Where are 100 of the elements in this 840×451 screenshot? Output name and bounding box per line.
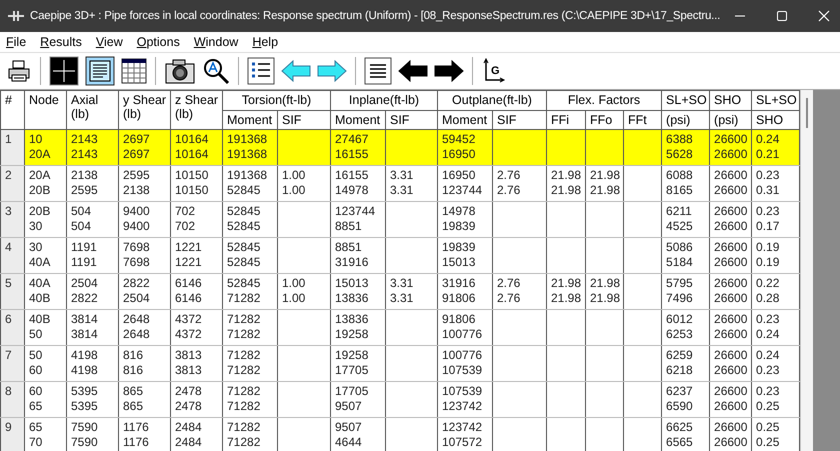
table-row[interactable]: 9 65 70 7590 7590 1176 1176 2484 2484 71282 71282 9507 4644 123742 107572 6625 6565 26600 26600 0.25 0.25 <box>0 418 800 451</box>
column-group-header: Outplane(ft-lb) <box>438 90 546 110</box>
vertical-scrollbar[interactable] <box>800 90 814 451</box>
table-cell: 2478 2478 <box>170 382 222 418</box>
table-row[interactable]: 7 50 60 4198 4198 816 816 3813 3813 71282 71282 19258 17705 100776 107539 6259 6218 26600 26600 0.24 0.23 <box>0 346 800 382</box>
table-cell: 702 702 <box>170 202 222 238</box>
list-icon[interactable] <box>247 57 275 85</box>
table-cell: 816 816 <box>118 346 170 382</box>
table-cell: 21.98 21.98 <box>546 274 586 310</box>
column-group-header: Flex. Factors <box>546 90 662 110</box>
column-header: FFo <box>586 110 624 130</box>
camera-icon[interactable] <box>164 57 196 85</box>
table-cell: 1.00 1.00 <box>278 274 330 310</box>
table-row[interactable]: 2 20A 20B 2138 2595 2595 2138 10150 10150 191368 52845 1.00 1.00 16155 14978 3.31 3.31 16950 123744 2.76 2.76 21.98 21.98 21.98 21.98 6088 8165 26600 26600 0.23 0.31 <box>0 166 800 202</box>
table-cell: 91806 100776 <box>438 310 492 346</box>
table-row[interactable]: 3 20B 30 504 504 9400 9400 702 702 52845 52845 123744 8851 14978 19839 6211 4525 26600 26600 0.23 0.17 <box>0 202 800 238</box>
close-icon[interactable] <box>818 10 830 22</box>
row-number: 5 <box>0 274 24 310</box>
table-cell: 71282 71282 <box>222 382 278 418</box>
table-cell: 191368 52845 <box>222 166 278 202</box>
row-number: 7 <box>0 346 24 382</box>
table-cell: 26600 26600 <box>710 310 752 346</box>
row-number: 6 <box>0 310 24 346</box>
maximize-icon[interactable] <box>776 10 788 22</box>
table-cell: 2.76 2.76 <box>492 274 546 310</box>
table-cell: 52845 71282 <box>222 274 278 310</box>
table-icon[interactable] <box>121 58 147 84</box>
table-cell: 2648 2648 <box>118 310 170 346</box>
table-cell: 26600 26600 <box>710 166 752 202</box>
table-cell: 60 65 <box>24 382 66 418</box>
table-cell: 3.31 3.31 <box>386 274 438 310</box>
table-cell: 2697 2697 <box>118 130 170 166</box>
table-row[interactable]: 1 10 20A 2143 2143 2697 2697 10164 10164 191368 191368 27467 16155 59452 16950 6388 5628 26600 26600 0.24 0.21 <box>0 130 800 166</box>
table-cell: 3.31 3.31 <box>386 166 438 202</box>
table-cell: 2504 2822 <box>66 274 118 310</box>
document-icon[interactable] <box>85 56 115 86</box>
row-number: 9 <box>0 418 24 451</box>
printer-icon[interactable] <box>6 58 32 84</box>
table-row[interactable]: 6 40B 50 3814 3814 2648 2648 4372 4372 71282 71282 13836 19258 91806 100776 6012 6253 26600 26600 0.23 0.24 <box>0 310 800 346</box>
table-cell: 6211 4525 <box>662 202 710 238</box>
menu-item[interactable]: View <box>96 35 123 49</box>
table-row[interactable]: 5 40A 40B 2504 2822 2822 2504 6146 6146 52845 71282 1.00 1.00 15013 13836 3.31 3.31 31916 91806 2.76 2.76 21.98 21.98 21.98 21.98 5795 7496 26600 26600 0.22 0.28 <box>0 274 800 310</box>
column-header: # <box>0 90 24 130</box>
row-number: 8 <box>0 382 24 418</box>
table-cell: 6237 6590 <box>662 382 710 418</box>
table-cell: 21.98 21.98 <box>586 274 624 310</box>
column-header: y Shear (lb) <box>118 90 170 130</box>
table-cell: 2143 2143 <box>66 130 118 166</box>
table-cell: 10 20A <box>24 130 66 166</box>
column-header: FFi <box>546 110 586 130</box>
menu-item[interactable]: File <box>6 35 26 49</box>
table-row[interactable]: 4 30 40A 1191 1191 7698 7698 1221 1221 52845 52845 8851 31916 19839 15013 5086 5184 26600 26600 0.19 0.19 <box>0 238 800 274</box>
table-cell: 20A 20B <box>24 166 66 202</box>
table-row[interactable]: 8 60 65 5395 5395 865 865 2478 2478 71282 71282 17705 9507 107539 123742 6237 6590 26600 26600 0.23 0.25 <box>0 382 800 418</box>
menu-item[interactable]: Options <box>136 35 180 49</box>
table-cell: 21.98 21.98 <box>546 166 586 202</box>
column-header: Moment <box>222 110 278 130</box>
menu-item[interactable]: Results <box>40 35 82 49</box>
table-cell: 26600 26600 <box>710 382 752 418</box>
table-cell: 15013 13836 <box>330 274 386 310</box>
scrollbar-thumb[interactable] <box>806 98 808 128</box>
table-cell: 20B 30 <box>24 202 66 238</box>
right-arrow-icon[interactable] <box>434 60 464 82</box>
table-cell: 100776 107539 <box>438 346 492 382</box>
table-cell: 1221 1221 <box>170 238 222 274</box>
table-cell: 52845 52845 <box>222 202 278 238</box>
text-lines-icon[interactable] <box>364 57 392 85</box>
left-arrow-icon[interactable] <box>398 60 428 82</box>
table-cell: 50 60 <box>24 346 66 382</box>
table-cell: 71282 71282 <box>222 310 278 346</box>
table-cell: 6388 5628 <box>662 130 710 166</box>
table-cell: 17705 9507 <box>330 382 386 418</box>
table-cell: 40B 50 <box>24 310 66 346</box>
table-cell: 8851 31916 <box>330 238 386 274</box>
table-cell: 13836 19258 <box>330 310 386 346</box>
column-group-header: SL+SO <box>662 90 710 110</box>
table-cell: 865 865 <box>118 382 170 418</box>
table-cell: 123744 8851 <box>330 202 386 238</box>
column-header: Node <box>24 90 66 130</box>
table-cell: 26600 26600 <box>710 202 752 238</box>
table-cell: 107539 123742 <box>438 382 492 418</box>
column-header: SIF <box>492 110 546 130</box>
table-cell: 59452 16950 <box>438 130 492 166</box>
table-cell: 10150 10150 <box>170 166 222 202</box>
column-header: FFt <box>624 110 662 130</box>
column-group-header: Torsion(ft-lb) <box>222 90 330 110</box>
grid-icon[interactable] <box>49 56 79 86</box>
column-header: SIF <box>278 110 330 130</box>
table-cell: 26600 26600 <box>710 274 752 310</box>
menu-item[interactable]: Help <box>252 35 278 49</box>
table-cell: 71282 71282 <box>222 346 278 382</box>
column-group-header: SL+SO <box>752 90 800 110</box>
table-cell: 52845 52845 <box>222 238 278 274</box>
table-cell: 19258 17705 <box>330 346 386 382</box>
column-header: SHO <box>752 110 800 130</box>
menu-item[interactable]: Window <box>194 35 238 49</box>
table-cell: 9400 9400 <box>118 202 170 238</box>
table-cell: 191368 191368 <box>222 130 278 166</box>
search-icon[interactable] <box>202 57 230 85</box>
table-cell: 5086 5184 <box>662 238 710 274</box>
